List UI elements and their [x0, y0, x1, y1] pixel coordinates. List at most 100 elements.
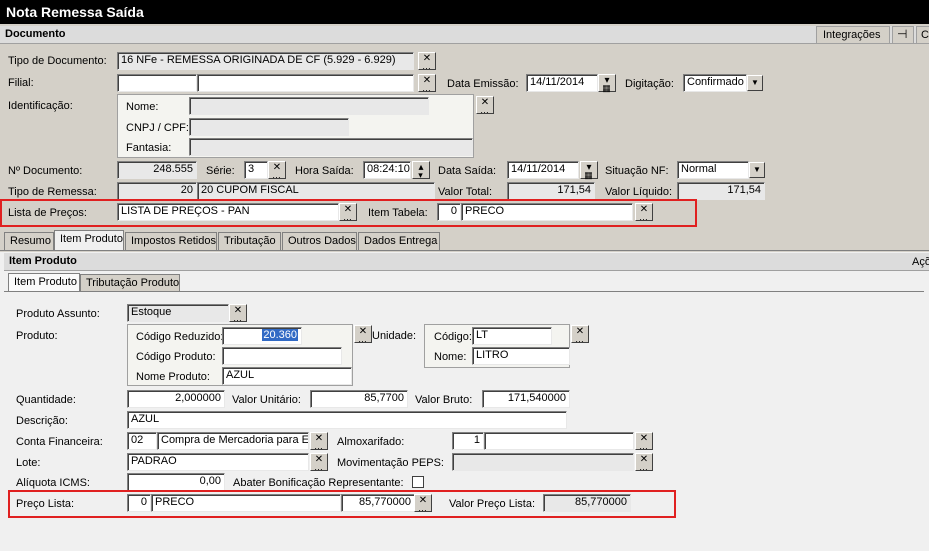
produto-assunto-field[interactable]: Estoque — [127, 304, 229, 322]
preco-lista-name-field[interactable]: PRECO — [151, 494, 341, 512]
filial-name-field[interactable] — [197, 74, 414, 92]
filial-lookup-icon[interactable]: ✕… — [418, 74, 436, 93]
tab-tributacao[interactable]: Tributação — [218, 232, 281, 250]
tipo-documento-label: Tipo de Documento: — [8, 55, 107, 67]
aliquota-icms-field[interactable]: 0,00 — [127, 473, 225, 491]
subtab-tributacao-produto[interactable]: Tributação Produto — [80, 274, 180, 292]
chevron-down-icon[interactable]: ▼ — [747, 75, 763, 91]
tipo-documento-field[interactable]: 16 NFe - REMESSA ORIGINADA DE CF (5.929 … — [117, 52, 414, 70]
valor-bruto-field[interactable]: 171,540000 — [482, 390, 570, 408]
tab-impostos-retidos[interactable]: Impostos Retidos — [125, 232, 217, 250]
lote-lookup-icon[interactable]: ✕… — [310, 453, 328, 472]
lote-field[interactable]: PADRAO — [127, 453, 309, 471]
quantidade-label: Quantidade: — [16, 394, 76, 406]
hora-stepper-icon[interactable]: ▴ ▾ — [412, 161, 430, 180]
produto-assunto-label: Produto Assunto: — [16, 308, 100, 320]
subtab-item-produto[interactable]: Item Produto — [8, 273, 80, 291]
abater-bonificacao-checkbox[interactable] — [412, 476, 424, 488]
window-title: Nota Remessa Saída — [0, 0, 929, 24]
codigo-label: Código: — [434, 331, 472, 343]
conta-financeira-label: Conta Financeira: — [16, 436, 103, 448]
integracoes-button[interactable]: Integrações — [816, 26, 890, 44]
tab-resumo[interactable]: Resumo — [4, 232, 54, 250]
nome-field[interactable] — [189, 97, 429, 115]
valor-liquido-field[interactable]: 171,54 — [677, 182, 765, 200]
lista-precos-label: Lista de Preços: — [8, 207, 87, 219]
unidade-codigo-field[interactable]: LT — [472, 327, 552, 345]
identificacao-lookup-icon[interactable]: ✕… — [476, 96, 494, 115]
aliquota-icms-label: Alíquota ICMS: — [16, 477, 90, 489]
item-produto-header: Item Produto — [4, 253, 929, 271]
tipo-remessa-field[interactable]: 20 CUPOM FISCAL — [197, 182, 435, 200]
tab-dados-entrega[interactable]: Dados Entrega — [358, 232, 440, 250]
filial-code-field[interactable] — [117, 74, 197, 92]
tipo-remessa-code-field[interactable]: 20 — [117, 182, 197, 200]
lista-precos-lookup-icon[interactable]: ✕… — [339, 203, 357, 222]
data-saida-label: Data Saída: — [438, 165, 497, 177]
acoes-menu[interactable]: Açõ — [912, 256, 929, 268]
unidade-label: Unidade: — [372, 330, 417, 342]
tab-outros-dados[interactable]: Outros Dados — [282, 232, 357, 250]
chevron-down-icon[interactable]: ▼ — [749, 162, 765, 178]
conta-financeira-code-field[interactable]: 02 — [127, 432, 157, 450]
pin-icon[interactable]: ⊣ — [892, 26, 914, 44]
valor-preco-lista-label: Valor Preço Lista: — [449, 498, 536, 510]
nome-produto-field[interactable]: AZUL — [222, 367, 352, 385]
nome-label: Nome: — [126, 101, 159, 113]
nome-produto-label: Nome Produto: — [136, 371, 210, 383]
close-panel-icon[interactable]: C — [916, 26, 929, 44]
almoxarifado-lookup-icon[interactable]: ✕… — [635, 432, 653, 451]
lote-label: Lote: — [16, 457, 41, 469]
conta-financeira-field[interactable]: Compra de Mercadoria para Est — [157, 432, 309, 450]
hora-saida-field[interactable]: 08:24:10 — [363, 161, 411, 179]
almoxarifado-code-field[interactable]: 1 — [452, 432, 484, 450]
cnpj-field[interactable] — [189, 118, 349, 136]
codigo-produto-field[interactable] — [222, 347, 342, 365]
tipo-remessa-label: Tipo de Remessa: — [8, 186, 97, 198]
fantasia-field[interactable] — [189, 138, 473, 156]
digitacao-label: Digitação: — [625, 78, 674, 90]
quantidade-field[interactable]: 2,000000 — [127, 390, 225, 408]
preco-lista-lookup-icon[interactable]: ✕… — [414, 494, 432, 513]
serie-field[interactable]: 3 — [244, 161, 268, 179]
item-tabela-lookup-icon[interactable]: ✕… — [635, 203, 653, 222]
data-saida-field[interactable]: 14/11/2014 — [507, 161, 579, 179]
valor-unitario-field[interactable]: 85,7700 — [310, 390, 408, 408]
data-emissao-field[interactable]: 14/11/2014 — [526, 74, 598, 92]
digitacao-select[interactable]: Confirmado — [683, 74, 747, 92]
descricao-field[interactable]: AZUL — [127, 411, 567, 429]
movimentacao-peps-label: Movimentação PEPS: — [337, 457, 444, 469]
preco-lista-code-field[interactable]: 0 — [127, 494, 151, 512]
produto-assunto-lookup-icon[interactable]: ✕… — [229, 304, 247, 323]
calendar-icon[interactable]: ▾ ▦ — [580, 161, 598, 180]
valor-unitario-label: Valor Unitário: — [232, 394, 301, 406]
unidade-nome-field[interactable]: LITRO — [472, 347, 570, 365]
tabs-divider — [0, 250, 929, 251]
num-documento-label: Nº Documento: — [8, 165, 83, 177]
num-documento-field[interactable]: 248.555 — [117, 161, 197, 179]
lista-precos-field[interactable]: LISTA DE PREÇOS - PAN — [117, 203, 339, 221]
situacao-select[interactable]: Normal — [677, 161, 749, 179]
unidade-nome-label: Nome: — [434, 351, 467, 363]
movimentacao-peps-lookup-icon[interactable]: ✕… — [635, 453, 653, 472]
produto-lookup-icon[interactable]: ✕… — [354, 325, 372, 344]
calendar-icon[interactable]: ▾ ▦ — [598, 74, 616, 93]
valor-total-field[interactable]: 171,54 — [507, 182, 595, 200]
codigo-reduzido-value: 20.360 — [262, 329, 298, 341]
item-tabela-field[interactable]: PRECO — [461, 203, 633, 221]
tipo-documento-lookup-icon[interactable]: ✕… — [418, 52, 436, 71]
codigo-reduzido-field[interactable]: 20.360 — [222, 327, 302, 345]
unidade-lookup-icon[interactable]: ✕… — [571, 325, 589, 344]
item-tabela-code-field[interactable]: 0 — [437, 203, 461, 221]
movimentacao-peps-field[interactable] — [452, 453, 634, 471]
almoxarifado-field[interactable] — [484, 432, 634, 450]
conta-financeira-lookup-icon[interactable]: ✕… — [310, 432, 328, 451]
valor-preco-lista-field[interactable]: 85,770000 — [543, 494, 631, 512]
preco-lista-value-field[interactable]: 85,770000 — [341, 494, 415, 512]
codigo-produto-label: Código Produto: — [136, 351, 216, 363]
descricao-label: Descrição: — [16, 415, 68, 427]
valor-liquido-label: Valor Líquido: — [605, 186, 673, 198]
valor-bruto-label: Valor Bruto: — [415, 394, 473, 406]
tab-item-produto[interactable]: Item Produto — [54, 230, 124, 250]
serie-lookup-icon[interactable]: ✕… — [268, 161, 286, 180]
